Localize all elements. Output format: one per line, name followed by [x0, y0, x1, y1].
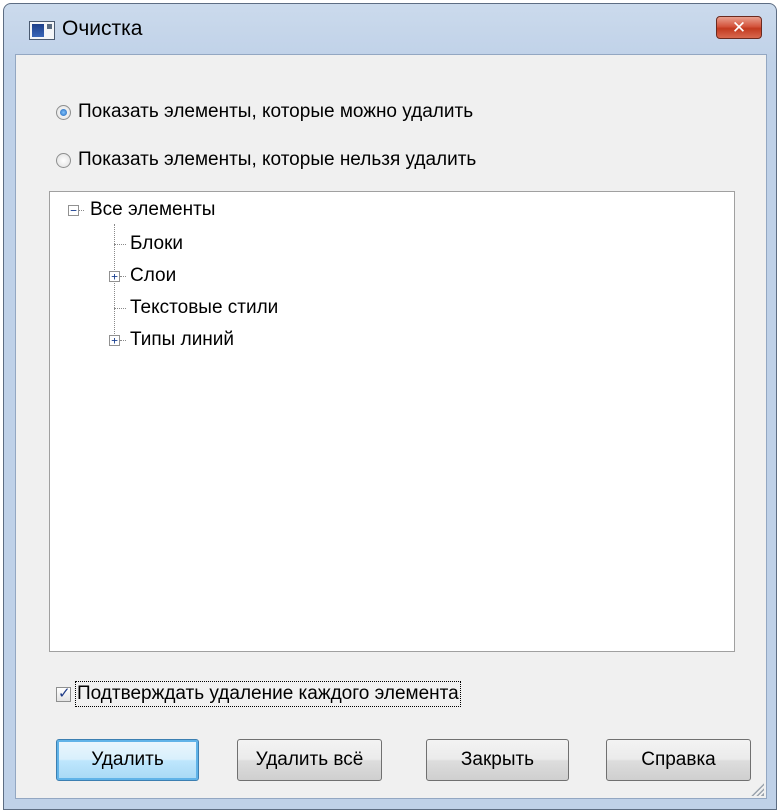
elements-tree[interactable]: − Все элементы Блоки + Слои Текстовые ст…: [49, 191, 735, 652]
radio-show-deletable[interactable]: Показать элементы, которые можно удалить: [56, 99, 473, 125]
tree-connector: [114, 244, 126, 245]
confirm-each-label: Подтверждать удаление каждого элемента: [75, 681, 461, 707]
expand-icon[interactable]: +: [109, 335, 120, 346]
collapse-icon[interactable]: −: [68, 205, 79, 216]
tree-connector: [114, 224, 115, 344]
resize-grip-icon[interactable]: [750, 782, 764, 796]
app-icon: [29, 21, 55, 40]
radio-label: Показать элементы, которые можно удалить: [78, 101, 474, 122]
radio-button[interactable]: [56, 152, 71, 168]
radio-show-nondeletable[interactable]: Показать элементы, которые нельзя удалит…: [56, 147, 476, 173]
help-button[interactable]: Справка: [606, 739, 751, 781]
tree-connector: [120, 340, 126, 341]
confirm-each-checkbox-row[interactable]: Подтверждать удаление каждого элемента: [56, 680, 461, 708]
cleanup-dialog: Очистка ✕ Показать элементы, которые мож…: [3, 3, 777, 810]
delete-all-button[interactable]: Удалить всё: [237, 739, 382, 781]
radio-label: Показать элементы, которые нельзя удалит…: [78, 149, 477, 170]
tree-node-blocks[interactable]: Блоки: [130, 229, 183, 259]
radio-button-checked[interactable]: [56, 104, 71, 120]
tree-connector: [114, 308, 126, 309]
close-icon[interactable]: ✕: [716, 16, 762, 39]
tree-node-linetypes[interactable]: Типы линий: [130, 325, 234, 355]
dialog-title: Очистка: [62, 17, 143, 40]
delete-button[interactable]: Удалить: [56, 739, 199, 781]
tree-connector: [120, 276, 126, 277]
tree-node-text-styles[interactable]: Текстовые стили: [130, 293, 278, 323]
tree-node-all-elements[interactable]: Все элементы: [90, 195, 215, 225]
confirm-each-checkbox[interactable]: [56, 684, 71, 702]
dialog-body: Показать элементы, которые можно удалить…: [15, 54, 767, 799]
tree-node-layers[interactable]: Слои: [130, 261, 176, 291]
close-button[interactable]: Закрыть: [426, 739, 569, 781]
expand-icon[interactable]: +: [109, 271, 120, 282]
title-bar[interactable]: Очистка ✕: [4, 4, 776, 54]
